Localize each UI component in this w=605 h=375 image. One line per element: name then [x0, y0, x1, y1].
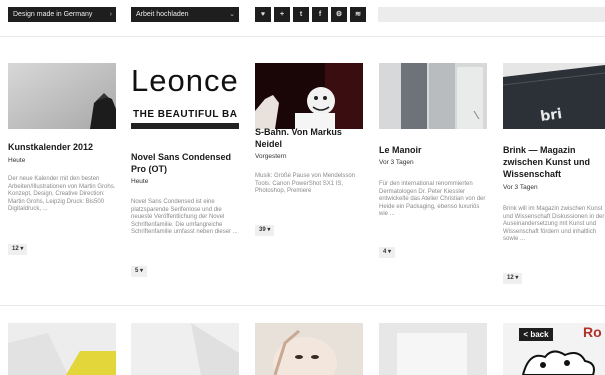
back-label: < back: [519, 328, 553, 341]
project-title[interactable]: Kunstkalender 2012: [8, 141, 93, 153]
row-divider: [0, 305, 605, 306]
comment-count: 4: [383, 249, 387, 255]
comment-count-badge[interactable]: 4 ▾: [379, 247, 396, 258]
chevron-down-icon: ⌄: [229, 11, 235, 18]
project-description: Novel Sans Condensed ist eine platzspare…: [131, 199, 238, 235]
comment-count: 39: [259, 227, 266, 233]
project-date: Vorgestern: [255, 153, 287, 160]
project-thumbnail[interactable]: [379, 63, 487, 129]
chevron-right-icon: ›: [109, 11, 112, 18]
svg-text:bri: bri: [539, 106, 563, 125]
project-description: Musik: Große Pause von Mendelsson Tools:…: [255, 173, 356, 194]
project-thumbnail[interactable]: Leonce THE BEAUTIFUL BA: [131, 63, 239, 129]
chevron-down-icon: ▾: [20, 246, 24, 252]
comment-count: 12: [12, 246, 19, 252]
thumbnail-headline: Leonce: [131, 63, 239, 98]
filter-dropdown[interactable]: Design made in Germany ›: [8, 7, 116, 22]
thumbnail-stripe: [131, 123, 239, 129]
project-thumbnail[interactable]: [379, 323, 487, 375]
filter-dropdown-label: Design made in Germany: [13, 11, 93, 18]
project-thumbnail[interactable]: [8, 63, 116, 129]
thumbnail-subline: THE BEAUTIFUL BA: [133, 109, 238, 120]
project-title[interactable]: Brink — Magazin zwischen Kunst und Wisse…: [503, 144, 605, 180]
upload-dropdown-label: Arbeit hochladen: [136, 11, 189, 18]
project-thumbnail[interactable]: bri: [503, 63, 605, 129]
project-thumbnail[interactable]: [131, 323, 239, 375]
project-date: Heute: [131, 178, 149, 185]
project-description: Brink will im Magazin zwischen Kunst und…: [503, 206, 605, 242]
project-thumbnail[interactable]: [255, 63, 363, 129]
comment-count: 5: [135, 268, 139, 274]
facebook-icon[interactable]: f: [312, 7, 328, 22]
search-input[interactable]: [378, 7, 605, 22]
comment-count-badge[interactable]: 12 ▾: [8, 244, 28, 255]
rss-icon[interactable]: ≋: [350, 7, 366, 22]
upload-dropdown[interactable]: Arbeit hochladen ⌄: [131, 7, 239, 22]
project-thumbnail[interactable]: < back Ro: [503, 323, 605, 375]
comment-count-badge[interactable]: 39 ▾: [255, 225, 275, 236]
project-date: Heute: [8, 157, 26, 164]
project-title[interactable]: Novel Sans Condensed Pro (OT): [131, 151, 239, 175]
top-divider: [0, 36, 605, 37]
twitter-icon[interactable]: t: [293, 7, 309, 22]
chevron-down-icon: ▾: [388, 249, 392, 255]
chevron-down-icon: ▾: [267, 227, 271, 233]
project-date: Vor 3 Tagen: [379, 159, 414, 166]
project-title[interactable]: Le Manoir: [379, 144, 422, 156]
project-description: Der neue Kalender mit den besten Arbeite…: [8, 176, 116, 212]
chevron-down-icon: ▾: [515, 275, 519, 281]
comment-count-badge[interactable]: 12 ▾: [503, 273, 523, 284]
chevron-down-icon: ▾: [140, 268, 144, 274]
project-thumbnail[interactable]: [8, 323, 116, 375]
comic-illustration: [521, 350, 595, 375]
logo-fragment: Ro: [583, 324, 602, 340]
project-title[interactable]: S-Bahn. Von Markus Neidel: [255, 126, 363, 150]
heart-icon[interactable]: ♥: [255, 7, 271, 22]
comment-count: 12: [507, 275, 514, 281]
project-thumbnail[interactable]: [255, 323, 363, 375]
project-date: Vor 3 Tagen: [503, 184, 538, 191]
rss-gear-icon[interactable]: ⚙: [331, 7, 347, 22]
plus-icon[interactable]: +: [274, 7, 290, 22]
comment-count-badge[interactable]: 5 ▾: [131, 266, 148, 277]
project-description: Für den international renommierten Derma…: [379, 181, 486, 217]
top-toolbar: Design made in Germany › Arbeit hochlade…: [0, 0, 605, 36]
